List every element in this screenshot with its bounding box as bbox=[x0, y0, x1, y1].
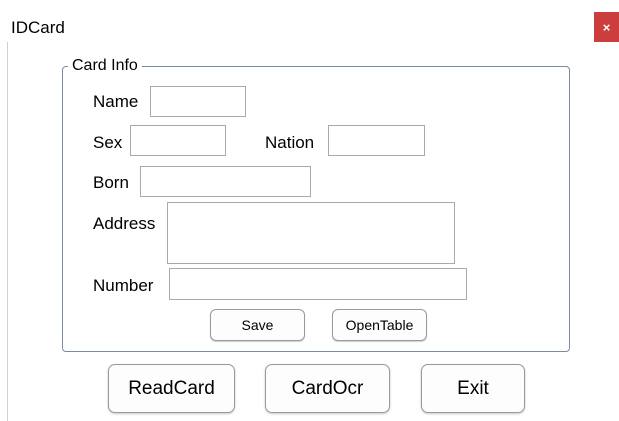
close-icon[interactable]: × bbox=[603, 20, 611, 35]
nation-field[interactable] bbox=[328, 125, 425, 156]
address-field[interactable] bbox=[167, 202, 455, 264]
number-label: Number bbox=[93, 276, 154, 295]
name-label: Name bbox=[93, 92, 139, 111]
idcard-window: IDCard × Card Info Name Sex Nation Born … bbox=[0, 0, 619, 421]
save-button[interactable]: Save bbox=[210, 309, 305, 341]
born-label: Born bbox=[93, 173, 129, 192]
card-ocr-button[interactable]: CardOcr bbox=[265, 364, 390, 413]
sex-label: Sex bbox=[93, 133, 123, 152]
nation-label: Nation bbox=[265, 133, 315, 152]
born-field[interactable] bbox=[140, 166, 311, 197]
sex-field[interactable] bbox=[130, 125, 226, 156]
name-field[interactable] bbox=[150, 86, 246, 117]
open-table-button[interactable]: OpenTable bbox=[332, 309, 427, 341]
window-title: IDCard bbox=[11, 18, 65, 37]
address-label: Address bbox=[93, 214, 156, 233]
exit-button[interactable]: Exit bbox=[421, 364, 525, 413]
read-card-button[interactable]: ReadCard bbox=[108, 364, 235, 413]
close-button[interactable]: × bbox=[594, 12, 619, 42]
card-info-legend: Card Info bbox=[68, 56, 142, 76]
window-left-border bbox=[7, 42, 8, 421]
number-field[interactable] bbox=[169, 268, 467, 300]
